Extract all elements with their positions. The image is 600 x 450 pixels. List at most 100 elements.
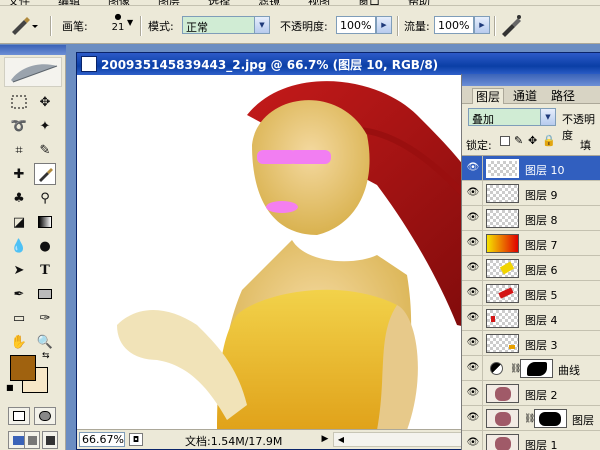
shape-tool-icon[interactable] (34, 283, 56, 305)
eye-icon[interactable]: 👁 (466, 213, 480, 223)
lock-position-icon[interactable]: ✥ (528, 134, 537, 147)
options-separator (50, 16, 52, 36)
foreground-color-swatch[interactable] (10, 355, 36, 381)
blend-row: 叠加 ▼ 不透明度 (462, 106, 600, 142)
layer-row[interactable]: 👁 图层 10 (462, 156, 600, 181)
clone-stamp-tool-icon[interactable]: ♣ (8, 187, 30, 209)
dodge-tool-icon[interactable]: ● (34, 235, 56, 257)
layers-panel-header[interactable] (462, 74, 600, 86)
lock-paint-icon[interactable]: ✎ (514, 134, 523, 147)
path-select-tool-icon[interactable]: ➤ (8, 259, 30, 281)
layer-thumbnail (486, 184, 519, 203)
screen-mode-full-button[interactable] (42, 431, 58, 449)
layer-row[interactable]: 👁 图层 5 (462, 281, 600, 306)
document-titlebar[interactable]: 200935145839443_2.jpg @ 66.7% (图层 10, RG… (77, 53, 600, 75)
tab-channels[interactable]: 通道 (510, 88, 540, 104)
eye-icon[interactable]: 👁 (466, 288, 480, 298)
link-column (482, 406, 483, 431)
healing-brush-tool-icon[interactable]: ✚ (8, 163, 30, 185)
airbrush-button[interactable] (498, 14, 522, 38)
zoom-field[interactable]: 66.67% (79, 432, 125, 447)
layer-row[interactable]: 👁 图层 7 (462, 231, 600, 256)
layer-row[interactable]: 👁 ⛓ 图层 (462, 406, 600, 431)
gradient-tool-icon[interactable] (34, 211, 56, 233)
link-column (482, 306, 483, 331)
link-column (482, 431, 483, 450)
flow-field[interactable]: 100% (434, 16, 474, 34)
eye-icon[interactable]: 👁 (466, 363, 480, 373)
magic-wand-tool-icon[interactable]: ✦ (34, 115, 56, 137)
chevron-down-icon[interactable]: ▼ (254, 16, 270, 34)
opacity-field[interactable]: 100% (336, 16, 376, 34)
layer-row[interactable]: 👁 图层 1 (462, 431, 600, 450)
layer-row[interactable]: 👁 ⛓ 曲线 (462, 356, 600, 381)
tab-paths[interactable]: 路径 (548, 88, 578, 104)
link-column (482, 181, 483, 206)
link-column (482, 356, 483, 381)
eye-icon[interactable]: 👁 (466, 188, 480, 198)
document-title: 200935145839443_2.jpg @ 66.7% (图层 10, RG… (101, 57, 439, 72)
hand-tool-icon[interactable]: ✋ (8, 331, 30, 353)
brush-label: 画笔: (62, 20, 88, 33)
lock-transparency-icon[interactable] (500, 136, 510, 146)
horizontal-scrollbar[interactable]: ◀ (333, 432, 469, 447)
move-tool-icon[interactable]: ✥ (34, 91, 56, 113)
marquee-tool-icon[interactable] (8, 91, 30, 113)
blend-mode-select[interactable]: 叠加 (468, 108, 542, 126)
status-preview-icon[interactable]: ◘ (129, 433, 143, 446)
eye-icon[interactable]: 👁 (466, 313, 480, 323)
link-column (482, 206, 483, 231)
eye-icon[interactable]: 👁 (466, 388, 480, 398)
airbrush-icon (502, 15, 521, 37)
lock-all-icon[interactable]: 🔒 (542, 134, 556, 147)
swap-colors-icon[interactable]: ⇆ (42, 351, 50, 361)
eye-icon[interactable]: 👁 (466, 263, 480, 273)
photoshop-feather-logo[interactable] (4, 57, 62, 87)
eyedropper-tool-icon[interactable]: ✑ (34, 307, 56, 329)
status-menu-arrow-icon[interactable]: ▶ (319, 432, 331, 447)
notes-tool-icon[interactable]: ▭ (8, 307, 30, 329)
blur-tool-icon[interactable]: 💧 (8, 235, 30, 257)
layer-row[interactable]: 👁 图层 6 (462, 256, 600, 281)
standard-mode-button[interactable] (8, 407, 30, 425)
layer-row[interactable]: 👁 图层 8 (462, 206, 600, 231)
layer-mask-thumbnail (534, 409, 567, 428)
flow-slider-arrow-icon[interactable]: ▶ (474, 16, 490, 34)
opacity-slider-arrow-icon[interactable]: ▶ (376, 16, 392, 34)
layer-row[interactable]: 👁 图层 9 (462, 181, 600, 206)
tools-palette-header[interactable] (0, 45, 66, 55)
crop-tool-icon[interactable]: ⌗ (8, 139, 30, 161)
eye-icon[interactable]: 👁 (466, 338, 480, 348)
mode-select[interactable]: 正常 (182, 16, 256, 34)
layer-list: 👁 图层 10 👁 图层 9 👁 图层 8 👁 图层 7 👁 图层 6 👁 图层… (462, 155, 600, 450)
history-brush-tool-icon[interactable]: ⚲ (34, 187, 56, 209)
eraser-tool-icon[interactable]: ◪ (8, 211, 30, 233)
eye-icon[interactable]: 👁 (466, 413, 480, 423)
layer-row[interactable]: 👁 图层 2 (462, 381, 600, 406)
quick-mask-mode-button[interactable] (34, 407, 56, 425)
default-colors-icon[interactable]: ■ (6, 383, 14, 392)
brush-preset-icon (12, 17, 38, 35)
brush-dot-icon: ● (114, 12, 122, 21)
tab-layers[interactable]: 图层 (472, 88, 505, 104)
chevron-down-icon[interactable]: ▼ (540, 108, 556, 126)
eye-icon[interactable]: 👁 (466, 163, 480, 173)
eye-icon[interactable]: 👁 (466, 238, 480, 248)
lasso-tool-icon[interactable]: ➰ (8, 115, 30, 137)
layer-row[interactable]: 👁 图层 4 (462, 306, 600, 331)
slice-tool-icon[interactable]: ✎ (34, 139, 56, 161)
pen-tool-icon[interactable]: ✒ (8, 283, 30, 305)
type-tool-icon[interactable]: T (34, 259, 56, 281)
brush-dropdown-icon[interactable]: ▼ (127, 18, 133, 27)
brush-size-value: 21 (111, 22, 125, 33)
brush-tool-icon[interactable] (34, 163, 56, 185)
layer-name: 图层 4 (525, 314, 558, 327)
scroll-left-arrow-icon[interactable]: ◀ (334, 433, 348, 446)
screen-mode-full-menu-button[interactable] (24, 431, 40, 449)
eye-icon[interactable]: 👁 (466, 438, 480, 448)
tool-preset-picker[interactable] (8, 15, 38, 35)
opacity-label: 不透明度: (280, 20, 328, 33)
zoom-tool-icon[interactable]: 🔍 (34, 331, 56, 353)
layer-row[interactable]: 👁 图层 3 (462, 331, 600, 356)
document-size-info: 文档:1.54M/17.9M (185, 435, 283, 448)
